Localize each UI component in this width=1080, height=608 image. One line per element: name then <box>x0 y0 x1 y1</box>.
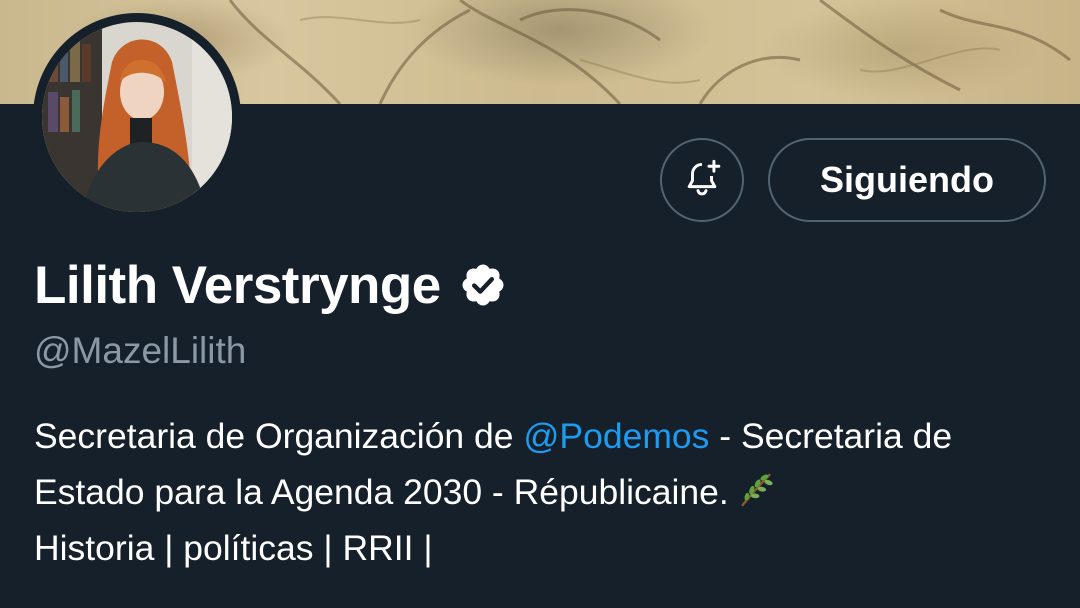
profile-avatar[interactable] <box>33 13 241 221</box>
verified-badge-icon <box>462 264 504 306</box>
following-button[interactable]: Siguiendo <box>768 138 1046 222</box>
bell-plus-icon <box>687 159 721 196</box>
user-handle: @MazelLilith <box>34 330 247 371</box>
avatar-photo <box>42 22 232 212</box>
mention-link[interactable]: @Podemos <box>523 416 709 456</box>
profile-bio: Secretaria de Organización de @Podemos -… <box>34 408 1064 576</box>
name-row: Lilith Verstrynge <box>34 252 507 318</box>
display-name: Lilith Verstrynge <box>34 255 441 315</box>
notifications-button[interactable] <box>660 138 744 222</box>
bio-text: Historia | políticas | RRII | <box>34 528 433 568</box>
herb-icon <box>741 473 773 507</box>
bio-text: Secretaria de Organización de <box>34 416 524 456</box>
